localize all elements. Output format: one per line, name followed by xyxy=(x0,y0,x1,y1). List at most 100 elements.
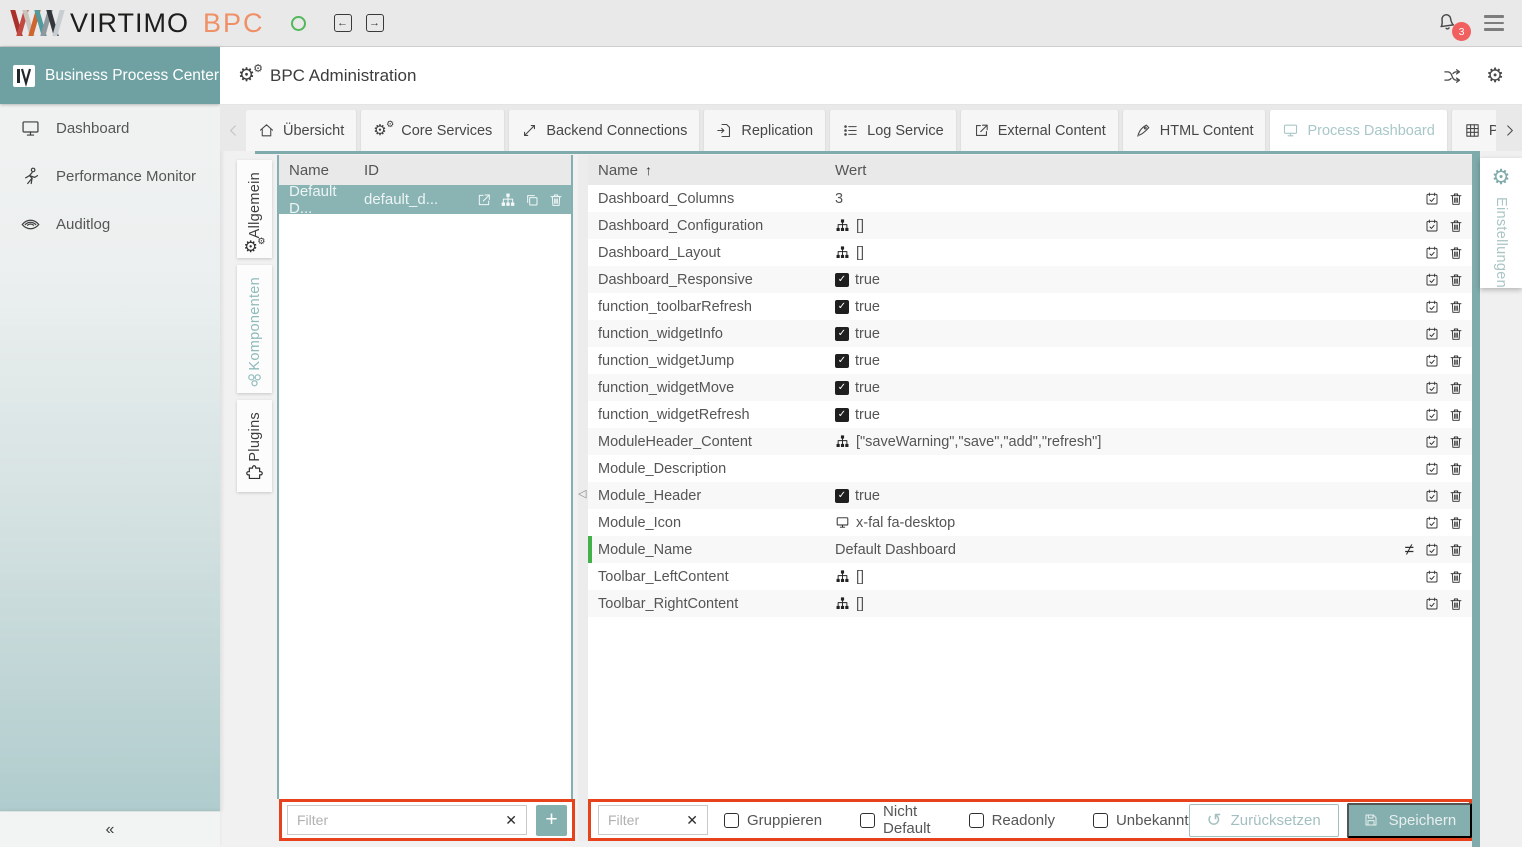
tab-external-content[interactable]: External Content xyxy=(961,110,1118,151)
trash-icon[interactable] xyxy=(1448,488,1464,504)
calendar-check-icon[interactable] xyxy=(1424,245,1440,261)
property-row[interactable]: Dashboard_Configuration [] xyxy=(588,212,1472,239)
property-row[interactable]: Module_Description xyxy=(588,455,1472,482)
trash-icon[interactable] xyxy=(1448,380,1464,396)
property-row-modified[interactable]: Module_Name Default Dashboard ≠ xyxy=(588,536,1472,563)
tab-scroll-right-button[interactable] xyxy=(1496,110,1522,151)
clear-filter-icon[interactable]: ✕ xyxy=(686,812,698,829)
checkbox-unchecked-icon[interactable] xyxy=(1093,813,1108,828)
clear-filter-icon[interactable]: ✕ xyxy=(505,812,517,829)
vtab-allgemein[interactable]: Allgemein ⚙⚙ xyxy=(237,160,272,258)
calendar-check-icon[interactable] xyxy=(1424,326,1440,342)
trash-icon[interactable] xyxy=(1448,191,1464,207)
gear-icon[interactable]: ⚙ xyxy=(1486,66,1504,86)
trash-icon[interactable] xyxy=(1448,272,1464,288)
open-external-icon[interactable] xyxy=(476,192,492,208)
nav-back-button[interactable]: ← xyxy=(334,14,352,32)
notifications-button[interactable]: 3 xyxy=(1435,9,1458,37)
save-button[interactable]: Speichern xyxy=(1347,803,1473,838)
calendar-check-icon[interactable] xyxy=(1424,407,1440,423)
trash-icon[interactable] xyxy=(1448,326,1464,342)
trash-icon[interactable] xyxy=(1448,407,1464,423)
dashboard-filter-input[interactable] xyxy=(297,812,505,828)
trash-icon[interactable] xyxy=(1448,569,1464,585)
add-dashboard-button[interactable]: + xyxy=(536,805,567,836)
sitemap-icon[interactable] xyxy=(500,192,516,208)
tab-log-service[interactable]: Log Service xyxy=(830,110,956,151)
trash-icon[interactable] xyxy=(1448,353,1464,369)
shuffle-icon[interactable] xyxy=(1442,66,1462,86)
property-row[interactable]: Module_Icon x-fal fa-desktop xyxy=(588,509,1472,536)
tab-uebersicht[interactable]: Übersicht xyxy=(246,110,356,151)
menu-button[interactable] xyxy=(1484,15,1504,31)
checkbox-unchecked-icon[interactable] xyxy=(969,813,984,828)
calendar-check-icon[interactable] xyxy=(1424,596,1440,612)
copy-icon[interactable] xyxy=(524,192,540,208)
tab-replication[interactable]: Replication xyxy=(704,110,825,151)
tab-core-services[interactable]: ⚙⚙Core Services xyxy=(361,110,504,151)
filter-unbekannt[interactable]: Unbekannt xyxy=(1093,812,1189,829)
column-header-wert[interactable]: Wert xyxy=(835,162,866,179)
property-row[interactable]: Toolbar_LeftContent [] xyxy=(588,563,1472,590)
trash-icon[interactable] xyxy=(1448,218,1464,234)
dashboard-row-selected[interactable]: Default D... default_d... xyxy=(279,185,571,214)
vtab-komponenten[interactable]: Komponenten xyxy=(237,265,272,393)
property-row[interactable]: function_widgetJump ✓true xyxy=(588,347,1472,374)
calendar-check-icon[interactable] xyxy=(1424,569,1440,585)
property-row[interactable]: function_toolbarRefresh ✓true xyxy=(588,293,1472,320)
filter-readonly[interactable]: Readonly xyxy=(969,812,1055,829)
filter-gruppieren[interactable]: Gruppieren xyxy=(724,812,822,829)
tab-backend-connections[interactable]: Backend Connections xyxy=(509,110,699,151)
property-row[interactable]: Dashboard_Responsive ✓true xyxy=(588,266,1472,293)
calendar-check-icon[interactable] xyxy=(1424,515,1440,531)
column-header-id[interactable]: ID xyxy=(364,162,379,179)
property-row[interactable]: Dashboard_Layout [] xyxy=(588,239,1472,266)
property-row[interactable]: Toolbar_RightContent [] xyxy=(588,590,1472,617)
tab-process-dashboard[interactable]: Process Dashboard xyxy=(1270,110,1446,151)
nav-forward-button[interactable]: → xyxy=(366,14,384,32)
column-header-name[interactable]: Name xyxy=(279,162,364,179)
reset-button[interactable]: ↺ Zurücksetzen xyxy=(1189,804,1339,837)
column-header-name[interactable]: Name ↑ xyxy=(588,162,835,179)
properties-filter-input[interactable] xyxy=(608,812,686,828)
filter-nicht-default[interactable]: Nicht Default xyxy=(860,803,931,837)
sidebar-item-performance-monitor[interactable]: Performance Monitor xyxy=(0,152,220,200)
checkbox-unchecked-icon[interactable] xyxy=(724,813,739,828)
property-row[interactable]: Dashboard_Columns 3 xyxy=(588,185,1472,212)
trash-icon[interactable] xyxy=(548,192,564,208)
tab-html-content[interactable]: HTML Content xyxy=(1123,110,1266,151)
trash-icon[interactable] xyxy=(1448,515,1464,531)
trash-icon[interactable] xyxy=(1448,299,1464,315)
property-row[interactable]: function_widgetInfo ✓true xyxy=(588,320,1472,347)
checkbox-unchecked-icon[interactable] xyxy=(860,813,875,828)
sidebar-item-dashboard[interactable]: Dashboard xyxy=(0,104,220,152)
calendar-check-icon[interactable] xyxy=(1424,434,1440,450)
calendar-check-icon[interactable] xyxy=(1424,191,1440,207)
calendar-check-icon[interactable] xyxy=(1424,218,1440,234)
trash-icon[interactable] xyxy=(1448,245,1464,261)
calendar-check-icon[interactable] xyxy=(1424,353,1440,369)
sidebar-item-auditlog[interactable]: Auditlog xyxy=(0,200,220,248)
sidebar-collapse-button[interactable]: « xyxy=(0,811,220,847)
property-row[interactable]: ModuleHeader_Content ["saveWarning","sav… xyxy=(588,428,1472,455)
trash-icon[interactable] xyxy=(1448,542,1464,558)
calendar-check-icon[interactable] xyxy=(1424,299,1440,315)
vtab-einstellungen[interactable]: ⚙ Einstellungen xyxy=(1480,158,1522,288)
property-row[interactable]: function_widgetMove ✓true xyxy=(588,374,1472,401)
property-row[interactable]: function_widgetRefresh ✓true xyxy=(588,401,1472,428)
trash-icon[interactable] xyxy=(1448,461,1464,477)
calendar-check-icon[interactable] xyxy=(1424,380,1440,396)
property-row[interactable]: Module_Header ✓true xyxy=(588,482,1472,509)
splitter-collapse-handle[interactable]: ◁ xyxy=(578,487,586,500)
calendar-check-icon[interactable] xyxy=(1424,488,1440,504)
tab-process-monitoring[interactable]: Process Monito xyxy=(1452,110,1496,151)
calendar-check-icon[interactable] xyxy=(1424,461,1440,477)
trash-icon[interactable] xyxy=(1448,434,1464,450)
panel-splitter[interactable]: ◁ xyxy=(578,155,588,841)
calendar-check-icon[interactable] xyxy=(1424,542,1440,558)
not-equal-icon[interactable]: ≠ xyxy=(1405,542,1414,558)
calendar-check-icon[interactable] xyxy=(1424,272,1440,288)
vtab-plugins[interactable]: Plugins xyxy=(237,400,272,492)
tab-scroll-left-button[interactable] xyxy=(220,110,246,151)
trash-icon[interactable] xyxy=(1448,596,1464,612)
